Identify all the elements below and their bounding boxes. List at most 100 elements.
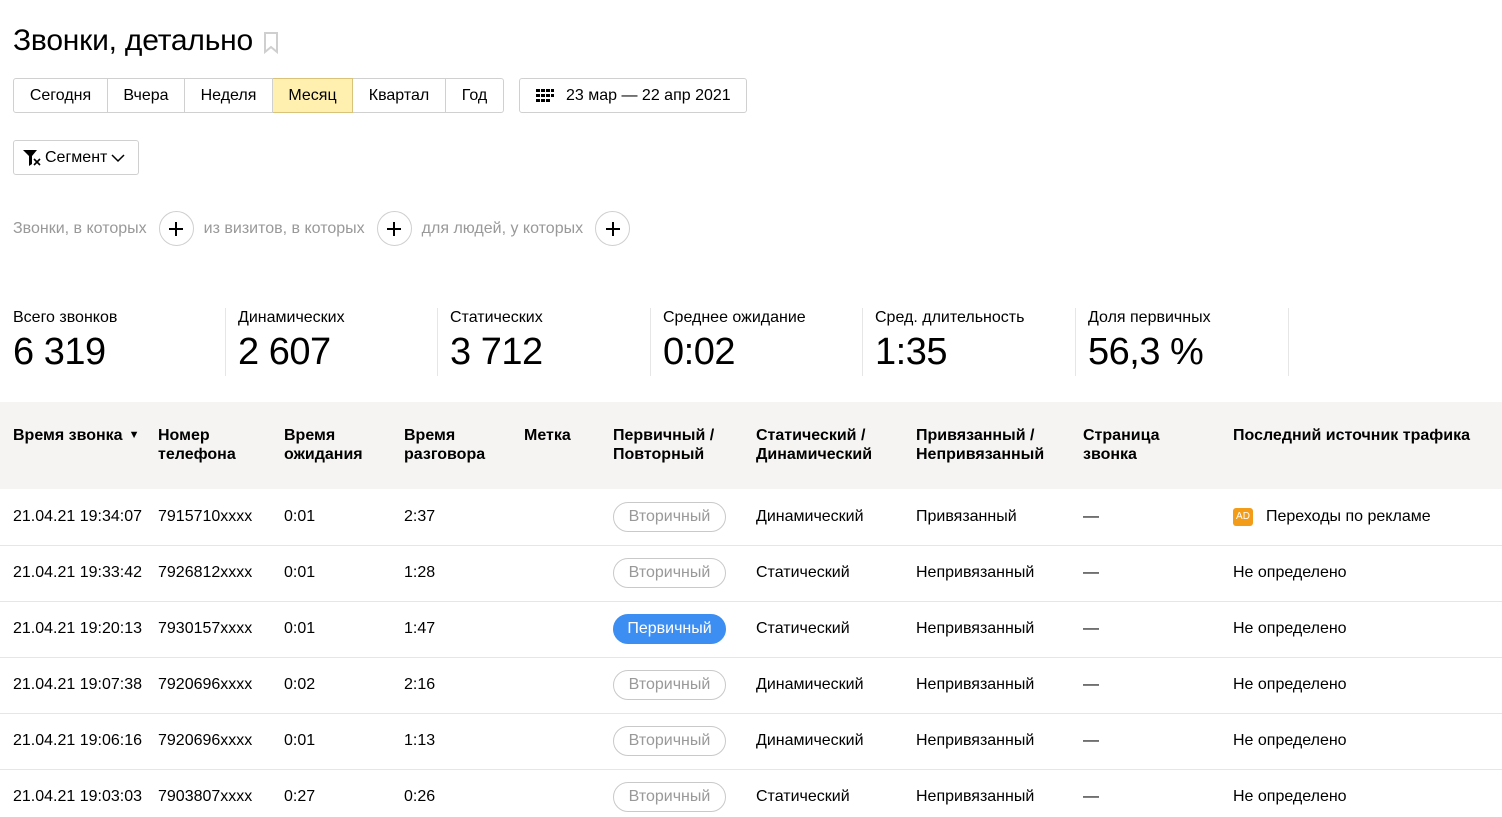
traffic-source-label: Не определено [1233,732,1347,749]
cell-type: Вторичный [613,769,756,817]
cell-type: Первичный [613,601,756,657]
cell-talk: 2:37 [404,507,436,525]
stat-value: 0:02 [663,331,735,373]
col-header-static[interactable]: Статический / Динамический [756,402,916,489]
col-header-page[interactable]: Страница звонка [1083,402,1233,489]
segment-button[interactable]: Сегмент [13,140,139,175]
table-row[interactable]: 21.04.21 19:34:07 7915710xxxx 0:01 2:37 Втор… [0,489,1502,545]
table-header-row: Время звонка ▼ Номер телефона Время ожидани… [0,402,1502,489]
traffic-source-label: Не определено [1233,564,1347,581]
date-range-label: 23 мар — 22 апр 2021 [566,86,731,104]
col-header-time[interactable]: Время звонка ▼ [0,402,158,489]
cell-static: Динамический [756,507,864,525]
stat-label: Всего звонков [13,309,118,326]
stat-label: Среднее ожидание [663,309,806,326]
table-row[interactable]: 21.04.21 19:03:03 7903807xxxx 0:27 0:26 Втор… [0,769,1502,817]
stat-value: 56,3 % [1088,331,1204,373]
cell-time: 21.04.21 19:03:03 [13,788,143,805]
table-row[interactable]: 21.04.21 19:06:16 7920696xxxx 0:01 1:13 Втор… [0,713,1502,769]
plus-icon [169,221,184,236]
add-people-filter-button[interactable] [595,211,631,246]
period-quarter-button[interactable]: Квартал [353,78,446,113]
col-header-wait[interactable]: Время ожидания [284,402,404,489]
title-row: Звонки, детально [13,24,279,58]
add-visits-filter-button[interactable] [376,211,412,246]
funnel-icon [23,149,41,166]
stat-label: Статических [450,309,543,326]
calls-filter-label: Звонки, в которых [13,219,147,237]
cell-talk: 2:16 [404,676,436,693]
visit-type-badge: Первичный [613,614,726,644]
col-header-source[interactable]: Последний источник трафика [1233,402,1502,489]
cell-time: 21.04.21 19:07:38 [13,676,143,693]
page-title: Звонки, детально [13,24,253,57]
bookmark-icon[interactable] [263,32,279,54]
stat-value: 6 319 [13,331,106,373]
ad-icon: AD [1233,507,1253,526]
add-calls-filter-button[interactable] [158,211,194,246]
period-week-button[interactable]: Неделя [185,78,273,113]
stat-label: Динамических [238,309,345,326]
cell-page: — [1083,676,1099,693]
stat-avg-wait: Среднее ожидание 0:02 [651,308,863,376]
cell-time: 21.04.21 19:20:13 [13,620,143,637]
plus-icon [387,221,402,236]
calendar-grid-icon [536,88,554,102]
cell-static: Динамический [756,732,864,749]
cell-source: Не определено [1233,601,1502,657]
cell-tag [524,489,613,545]
chevron-down-icon [111,153,125,162]
cell-source: Не определено [1233,769,1502,817]
col-header-tag[interactable]: Метка [524,402,613,489]
traffic-source-label: Не определено [1233,676,1347,693]
col-header-bound[interactable]: Привязанный / Непривязанный [916,402,1083,489]
col-header-talk[interactable]: Время разговора [404,402,524,489]
stat-primary-share: Доля первичных 56,3 % [1076,308,1289,376]
cell-bound: Привязанный [916,507,1017,525]
stat-label: Доля первичных [1088,309,1211,326]
cell-tag [524,545,613,601]
stat-value: 3 712 [450,331,543,373]
traffic-source-label: Переходы по рекламе [1266,507,1431,525]
cell-bound: Непривязанный [916,732,1035,749]
col-header-primary[interactable]: Первичный / Повторный [613,402,756,489]
cell-source: AD Переходы по рекламе [1233,489,1502,545]
cell-wait: 0:01 [284,732,316,749]
table-row[interactable]: 21.04.21 19:07:38 7920696xxxx 0:02 2:16 Втор… [0,657,1502,713]
stat-value: 2 607 [238,331,331,373]
cell-wait: 0:02 [284,676,316,693]
cell-type: Вторичный [613,489,756,545]
cell-tag [524,601,613,657]
cell-talk: 0:26 [404,788,436,805]
cell-static: Статический [756,788,850,805]
cell-tag [524,713,613,769]
traffic-source-label: Не определено [1233,620,1347,637]
period-month-button[interactable]: Месяц [273,78,353,113]
cell-type: Вторичный [613,545,756,601]
cell-phone: 7915710xxxx [158,507,253,525]
date-range-button[interactable]: 23 мар — 22 апр 2021 [519,78,747,113]
period-yesterday-button[interactable]: Вчера [108,78,185,113]
cell-page: — [1083,788,1099,805]
cell-static: Динамический [756,676,864,693]
visit-type-badge: Вторичный [613,670,726,700]
period-year-button[interactable]: Год [446,78,504,113]
cell-talk: 1:47 [404,620,436,637]
visit-type-badge: Вторичный [613,558,726,588]
table-row[interactable]: 21.04.21 19:33:42 7926812xxxx 0:01 1:28 Втор… [0,545,1502,601]
table-row[interactable]: 21.04.21 19:20:13 7930157xxxx 0:01 1:47 Перв… [0,601,1502,657]
cell-source: Не определено [1233,545,1502,601]
cell-phone: 7926812xxxx [158,564,253,581]
visits-filter-label: из визитов, в которых [203,219,365,237]
stat-value: 1:35 [875,331,947,373]
cell-static: Статический [756,564,850,581]
period-selector: Сегодня Вчера Неделя Месяц Квартал Год [13,78,504,113]
cell-page: — [1083,507,1099,525]
stat-dynamic: Динамических 2 607 [226,308,438,376]
cell-page: — [1083,564,1099,581]
period-today-button[interactable]: Сегодня [13,78,108,113]
stat-label: Сред. длительность [875,309,1025,326]
col-header-phone[interactable]: Номер телефона [158,402,284,489]
cell-page: — [1083,620,1099,637]
traffic-source-label: Не определено [1233,788,1347,805]
